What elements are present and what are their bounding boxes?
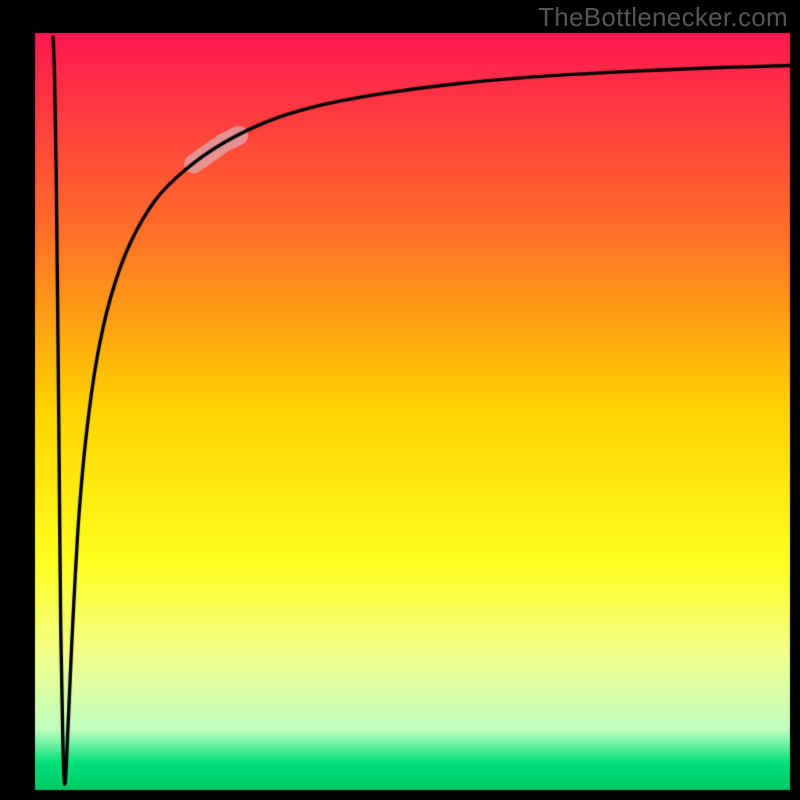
bottleneck-curve <box>0 0 800 800</box>
chart-frame: TheBottlenecker.com <box>0 0 800 800</box>
attribution-label: TheBottlenecker.com <box>538 2 788 33</box>
